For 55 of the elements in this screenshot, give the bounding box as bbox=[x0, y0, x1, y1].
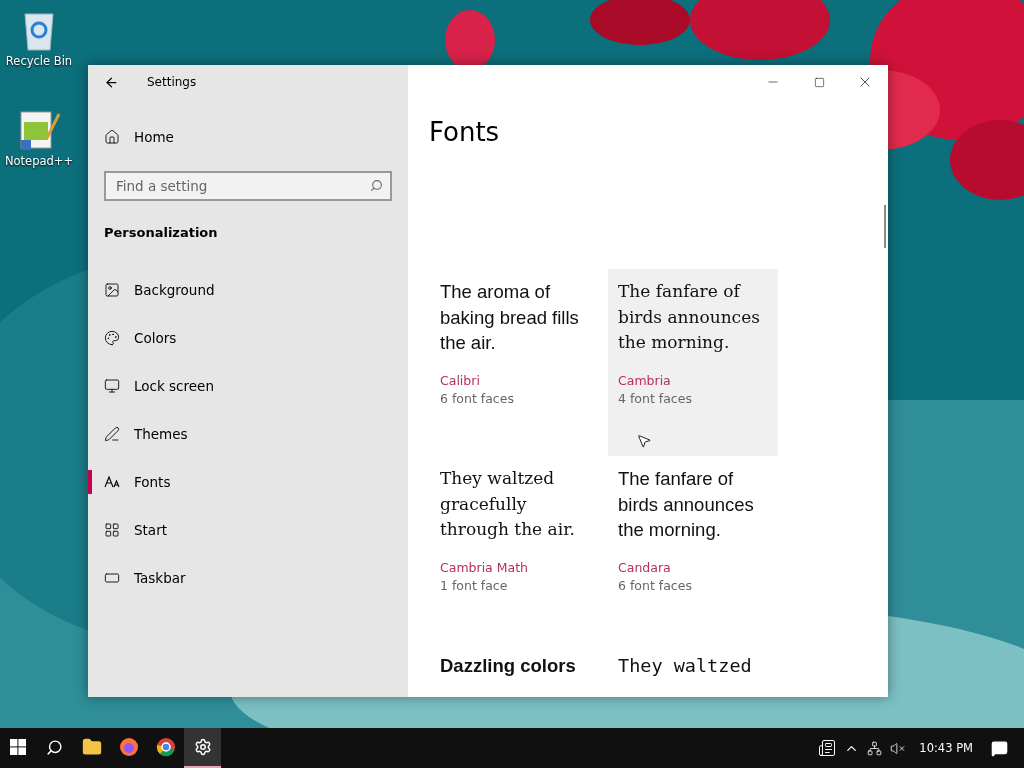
font-faces: 6 font faces bbox=[618, 578, 693, 593]
search-field[interactable]: Find a setting bbox=[104, 171, 392, 201]
firefox-icon bbox=[118, 737, 139, 757]
scrollbar-thumb[interactable] bbox=[884, 205, 886, 248]
network-icon[interactable] bbox=[867, 740, 883, 756]
font-sample: The fanfare of birds announces the morning. bbox=[618, 467, 755, 542]
font-faces: 4 font faces bbox=[618, 391, 693, 406]
font-faces: 1 font face bbox=[440, 578, 509, 593]
font-sample: They waltzed gracefully through the air. bbox=[440, 467, 576, 541]
search-icon bbox=[46, 738, 63, 756]
font-sample: The fanfare of birds announces the morning. bbox=[618, 280, 761, 354]
home-icon bbox=[104, 129, 120, 145]
mouse-pointer-icon bbox=[636, 433, 652, 449]
grid-icon bbox=[104, 522, 120, 538]
font-name[interactable]: Cambria bbox=[618, 373, 768, 388]
clock[interactable]: 10:43 PM bbox=[913, 741, 983, 755]
bar-icon bbox=[104, 570, 120, 586]
font-icon bbox=[104, 474, 120, 490]
font-name[interactable]: Cambria Math bbox=[440, 560, 590, 575]
maximize-icon bbox=[813, 76, 825, 88]
folder-icon bbox=[81, 737, 102, 757]
nav-item[interactable]: Colors bbox=[134, 330, 177, 346]
section-heading: Personalization bbox=[103, 224, 219, 242]
monitor-icon bbox=[104, 378, 120, 394]
pen-icon bbox=[104, 426, 120, 442]
chrome-icon bbox=[155, 737, 176, 757]
notepad-icon bbox=[17, 108, 61, 152]
window-title: Settings bbox=[147, 75, 197, 89]
page-heading: Fonts bbox=[429, 117, 501, 147]
nav-item[interactable]: Background bbox=[134, 282, 215, 298]
back-icon[interactable] bbox=[104, 74, 119, 90]
desktop-icon-label[interactable]: Notepad++ bbox=[4, 154, 74, 168]
font-name[interactable]: Candara bbox=[618, 560, 768, 575]
taskbar-app[interactable] bbox=[184, 728, 221, 768]
font-sample: Dazzling colors bbox=[440, 654, 577, 678]
news-icon[interactable] bbox=[818, 739, 837, 757]
nav-item[interactable]: Taskbar bbox=[134, 570, 186, 586]
font-sample: The aroma of baking bread fills the air. bbox=[440, 280, 580, 355]
windows-logo-icon bbox=[10, 739, 26, 755]
settings-icon bbox=[193, 738, 212, 756]
palette-icon bbox=[104, 330, 120, 346]
nav-item[interactable]: Themes bbox=[134, 426, 188, 442]
font-card[interactable]: The fanfare of birds announces the morning. Cambria 4 font faces bbox=[608, 269, 778, 456]
nav-item[interactable]: Lock screen bbox=[134, 378, 214, 394]
font-sample: They waltzed bbox=[618, 654, 753, 678]
font-name[interactable]: Calibri bbox=[440, 373, 590, 388]
image-icon bbox=[104, 282, 120, 298]
volume-muted-icon[interactable] bbox=[890, 740, 906, 756]
home-link[interactable]: Home bbox=[134, 129, 174, 145]
nav-item[interactable]: Start bbox=[134, 522, 167, 538]
font-faces: 6 font faces bbox=[440, 391, 515, 406]
nav-item[interactable]: Fonts bbox=[134, 474, 171, 490]
search-icon bbox=[370, 179, 383, 192]
desktop-icon-label[interactable]: Recycle Bin bbox=[5, 54, 73, 68]
notification-icon[interactable] bbox=[991, 739, 1008, 757]
